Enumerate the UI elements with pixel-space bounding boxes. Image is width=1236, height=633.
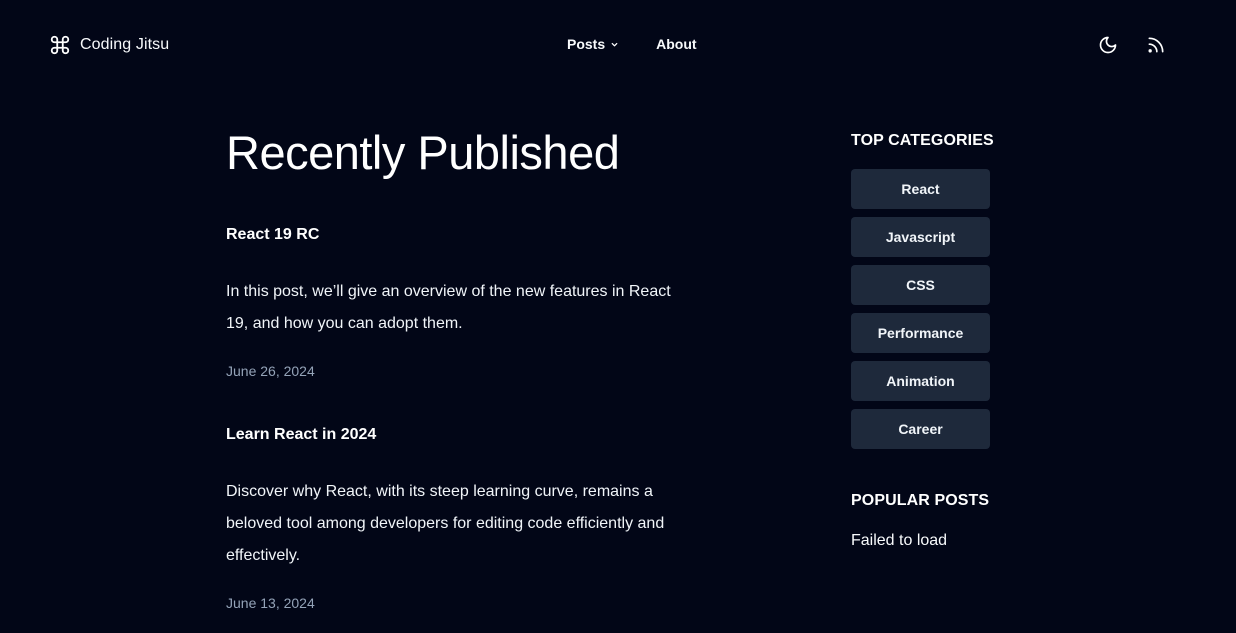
category-button-css[interactable]: CSS bbox=[851, 265, 990, 305]
post-date: June 13, 2024 bbox=[226, 595, 315, 611]
nav-posts[interactable]: Posts bbox=[567, 36, 619, 52]
category-button-javascript[interactable]: Javascript bbox=[851, 217, 990, 257]
main-nav: Posts About bbox=[567, 36, 697, 52]
nav-about-label: About bbox=[656, 36, 697, 52]
post-item: Learn React in 2024 Discover why React, … bbox=[226, 423, 686, 613]
post-date: June 26, 2024 bbox=[226, 363, 315, 379]
page-title: Recently Published bbox=[226, 126, 620, 179]
category-button-performance[interactable]: Performance bbox=[851, 313, 990, 353]
popular-posts-heading: POPULAR POSTS bbox=[851, 492, 990, 509]
command-icon bbox=[49, 34, 71, 56]
popular-posts-error: Failed to load bbox=[851, 532, 948, 549]
post-excerpt: In this post, we’ll give an overview of … bbox=[226, 283, 671, 332]
brand-name: Coding Jitsu bbox=[80, 36, 170, 53]
post-title-link[interactable]: React 19 RC bbox=[226, 223, 319, 247]
nav-posts-label: Posts bbox=[567, 36, 606, 52]
rss-feed-button[interactable] bbox=[1144, 33, 1168, 57]
top-categories-heading: TOP CATEGORIES bbox=[851, 132, 994, 149]
page: Coding Jitsu Posts About Recently Publis… bbox=[0, 0, 1236, 633]
category-button-career[interactable]: Career bbox=[851, 409, 990, 449]
popular-posts-section: POPULAR POSTS Failed to load bbox=[851, 489, 1051, 553]
category-list: React Javascript CSS Performance Animati… bbox=[851, 169, 1011, 449]
category-button-react[interactable]: React bbox=[851, 169, 990, 209]
post-title-link[interactable]: Learn React in 2024 bbox=[226, 423, 376, 447]
post-excerpt: Discover why React, with its steep learn… bbox=[226, 483, 665, 564]
rss-icon bbox=[1148, 37, 1164, 53]
main-content: Recently Published React 19 RC In this p… bbox=[226, 122, 686, 611]
site-header: Coding Jitsu Posts About bbox=[0, 0, 1236, 90]
moon-icon bbox=[1099, 36, 1117, 54]
brand-link[interactable]: Coding Jitsu bbox=[49, 34, 169, 56]
sidebar: TOP CATEGORIES React Javascript CSS Perf… bbox=[851, 129, 1011, 549]
post-item: React 19 RC In this post, we’ll give an … bbox=[226, 223, 686, 381]
category-button-animation[interactable]: Animation bbox=[851, 361, 990, 401]
theme-toggle-button[interactable] bbox=[1096, 33, 1120, 57]
nav-about[interactable]: About bbox=[656, 36, 696, 52]
chevron-down-icon bbox=[611, 42, 618, 46]
